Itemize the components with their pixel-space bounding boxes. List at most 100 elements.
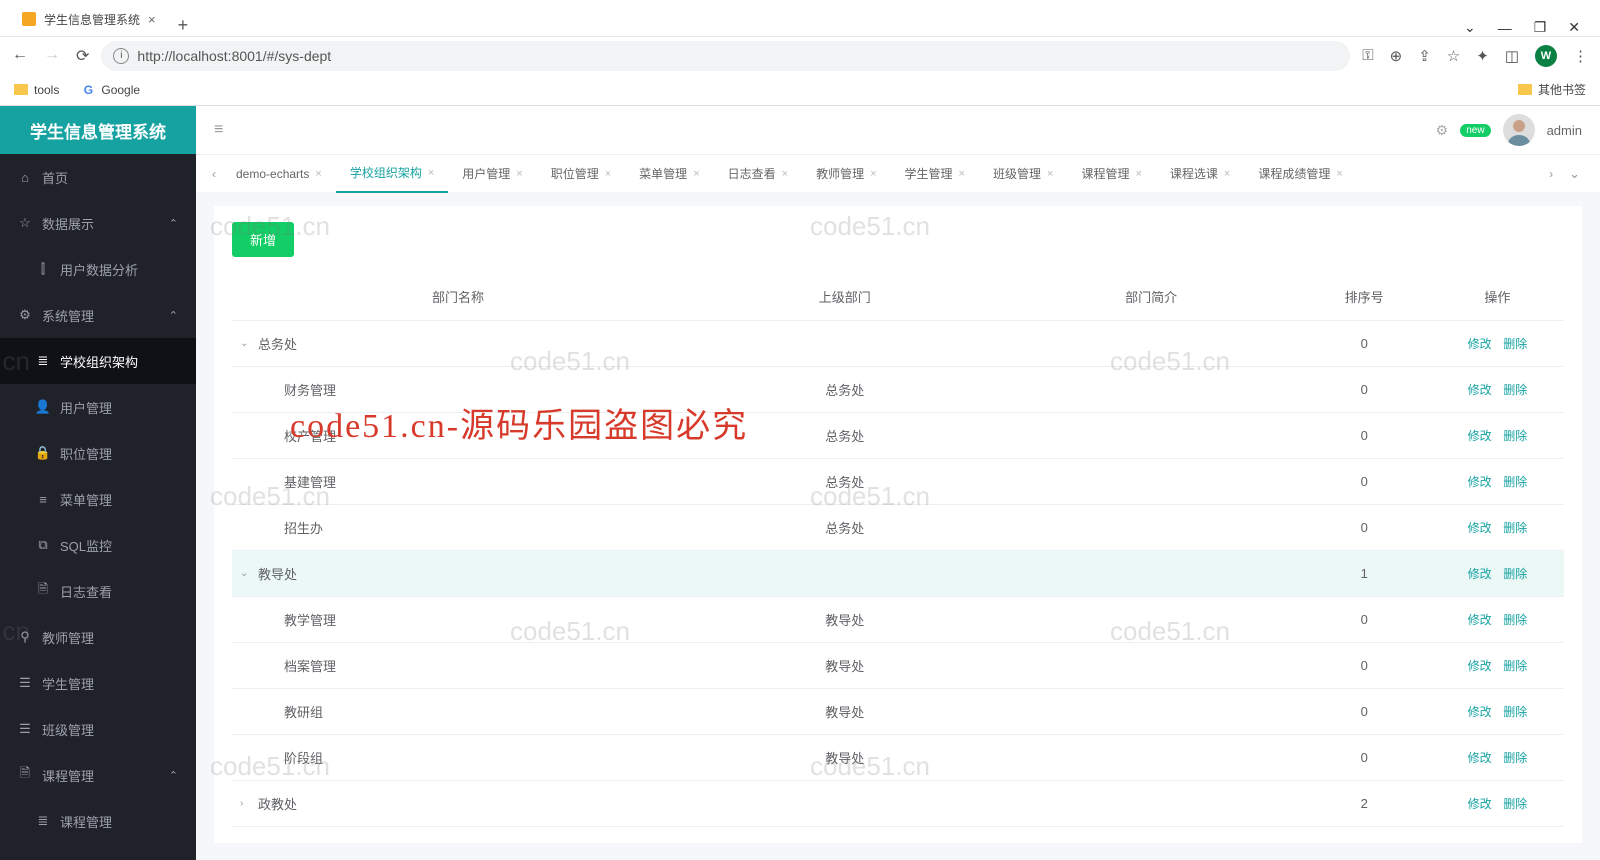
sidebar-item[interactable]: ⚲ 教师管理 xyxy=(0,614,196,660)
delete-link[interactable]: 删除 xyxy=(1499,521,1531,535)
tab-close-icon[interactable]: × xyxy=(1336,168,1342,180)
delete-link[interactable]: 删除 xyxy=(1499,797,1531,811)
delete-link[interactable]: 删除 xyxy=(1499,567,1531,581)
reload-icon[interactable]: ⟳ xyxy=(76,46,89,66)
minimize-icon[interactable]: — xyxy=(1498,20,1512,36)
page-tab[interactable]: 教师管理× xyxy=(802,155,890,193)
page-tab[interactable]: 职位管理× xyxy=(537,155,625,193)
cell-parent: 总务处 xyxy=(685,367,1005,413)
edit-link[interactable]: 修改 xyxy=(1464,429,1496,443)
url-field[interactable]: i http://localhost:8001/#/sys-dept xyxy=(101,41,1350,71)
bookmark-star-icon[interactable]: ☆ xyxy=(1447,47,1460,65)
edit-link[interactable]: 修改 xyxy=(1464,659,1496,673)
page-tab[interactable]: 学生管理× xyxy=(891,155,979,193)
edit-link[interactable]: 修改 xyxy=(1464,567,1496,581)
new-tab-button[interactable]: + xyxy=(170,15,197,36)
edit-link[interactable]: 修改 xyxy=(1464,521,1496,535)
chevron-down-icon[interactable]: ⌄ xyxy=(1464,19,1476,36)
sidebar-item[interactable]: ☰ 班级管理 xyxy=(0,706,196,752)
sidebar-item[interactable]: ⚙ 系统管理 ⌃ xyxy=(0,292,196,338)
tab-close-icon[interactable]: × xyxy=(516,168,522,180)
delete-link[interactable]: 删除 xyxy=(1499,475,1531,489)
edit-link[interactable]: 修改 xyxy=(1464,337,1496,351)
sidebar-item[interactable]: ☆ 数据展示 ⌃ xyxy=(0,200,196,246)
tree-toggle-icon[interactable]: › xyxy=(240,798,252,809)
page-tab[interactable]: 课程选课× xyxy=(1156,155,1244,193)
sidebar-item[interactable]: 🔒 职位管理 xyxy=(0,430,196,476)
gear-icon[interactable]: ⚙ xyxy=(1436,122,1449,139)
kebab-menu-icon[interactable]: ⋮ xyxy=(1573,47,1588,65)
menu-icon: ⫿ xyxy=(36,261,50,277)
sidebar-item[interactable]: ⧉ SQL监控 xyxy=(0,522,196,568)
delete-link[interactable]: 删除 xyxy=(1499,705,1531,719)
sidebar-item[interactable]: ≣ 课程管理 xyxy=(0,798,196,844)
sidebar-item[interactable]: 🗎 课程管理 ⌃ xyxy=(0,752,196,798)
back-icon[interactable]: ← xyxy=(12,46,28,66)
tab-close-icon[interactable]: × xyxy=(1047,168,1053,180)
edit-link[interactable]: 修改 xyxy=(1464,613,1496,627)
tab-close-icon[interactable]: × xyxy=(1224,168,1230,180)
hamburger-icon[interactable]: ≡ xyxy=(214,121,223,139)
bookmark-tools[interactable]: tools xyxy=(14,83,59,97)
delete-link[interactable]: 删除 xyxy=(1499,659,1531,673)
page-tab[interactable]: 班级管理× xyxy=(979,155,1067,193)
cell-desc xyxy=(1005,551,1298,597)
profile-avatar[interactable]: W xyxy=(1535,45,1557,67)
bookmark-google[interactable]: G Google xyxy=(81,83,140,97)
tree-toggle-icon[interactable]: ⌄ xyxy=(240,568,252,579)
tab-close-icon[interactable]: × xyxy=(315,168,321,180)
edit-link[interactable]: 修改 xyxy=(1464,751,1496,765)
share-icon[interactable]: ⇪ xyxy=(1418,47,1431,65)
sidebar-item[interactable]: ☰ 学生管理 xyxy=(0,660,196,706)
page-tab[interactable]: 日志查看× xyxy=(714,155,802,193)
page-tab[interactable]: 用户管理× xyxy=(448,155,536,193)
add-button[interactable]: 新增 xyxy=(232,222,294,257)
tab-close-icon[interactable]: × xyxy=(693,168,699,180)
browser-tab-active[interactable]: 学生信息管理系统 × xyxy=(8,2,170,36)
delete-link[interactable]: 删除 xyxy=(1499,337,1531,351)
cell-parent: 教导处 xyxy=(685,597,1005,643)
tree-toggle-icon[interactable]: ⌄ xyxy=(240,338,252,349)
tabs-scroll-right[interactable]: › xyxy=(1543,167,1559,181)
tab-close-icon[interactable]: × xyxy=(782,168,788,180)
tab-close-icon[interactable]: × xyxy=(959,168,965,180)
panel-icon[interactable]: ◫ xyxy=(1505,47,1519,65)
user-avatar[interactable] xyxy=(1503,114,1535,146)
cell-actions: 修改 删除 xyxy=(1431,413,1564,459)
close-window-icon[interactable]: ✕ xyxy=(1568,19,1580,36)
edit-link[interactable]: 修改 xyxy=(1464,797,1496,811)
edit-link[interactable]: 修改 xyxy=(1464,705,1496,719)
edit-link[interactable]: 修改 xyxy=(1464,475,1496,489)
sidebar-item[interactable]: ≣ 学校组织架构 xyxy=(0,338,196,384)
bookmark-other[interactable]: 其他书签 xyxy=(1518,81,1586,98)
maximize-icon[interactable]: ❐ xyxy=(1534,19,1547,36)
sidebar-item[interactable]: 👤 用户管理 xyxy=(0,384,196,430)
edit-link[interactable]: 修改 xyxy=(1464,383,1496,397)
tab-close-icon[interactable]: × xyxy=(428,167,434,179)
sidebar-item[interactable]: 🗎 日志查看 xyxy=(0,568,196,614)
extensions-icon[interactable]: ✦ xyxy=(1476,47,1489,65)
delete-link[interactable]: 删除 xyxy=(1499,751,1531,765)
page-tab[interactable]: 课程成绩管理× xyxy=(1244,155,1356,193)
delete-link[interactable]: 删除 xyxy=(1499,429,1531,443)
sidebar-item[interactable]: ≡ 菜单管理 xyxy=(0,476,196,522)
site-info-icon[interactable]: i xyxy=(113,48,129,64)
cell-desc xyxy=(1005,597,1298,643)
tabs-scroll-left[interactable]: ‹ xyxy=(206,167,222,181)
tab-close-icon[interactable]: × xyxy=(605,168,611,180)
delete-link[interactable]: 删除 xyxy=(1499,383,1531,397)
zoom-icon[interactable]: ⊕ xyxy=(1390,47,1403,65)
page-tab[interactable]: demo-echarts× xyxy=(222,155,336,193)
page-tab[interactable]: 课程管理× xyxy=(1067,155,1155,193)
page-tab[interactable]: 菜单管理× xyxy=(625,155,713,193)
tabs-more-icon[interactable]: ⌄ xyxy=(1559,166,1590,182)
tab-close-icon[interactable]: × xyxy=(870,168,876,180)
key-icon[interactable]: ⚿ xyxy=(1362,47,1373,64)
delete-link[interactable]: 删除 xyxy=(1499,613,1531,627)
tab-close-icon[interactable]: × xyxy=(1135,168,1141,180)
page-tab[interactable]: 学校组织架构× xyxy=(336,155,448,193)
sidebar-item[interactable]: ⌂ 首页 xyxy=(0,154,196,200)
close-tab-icon[interactable]: × xyxy=(148,12,156,27)
sidebar-item[interactable]: ⫿ 用户数据分析 xyxy=(0,246,196,292)
forward-icon[interactable]: → xyxy=(44,46,60,66)
